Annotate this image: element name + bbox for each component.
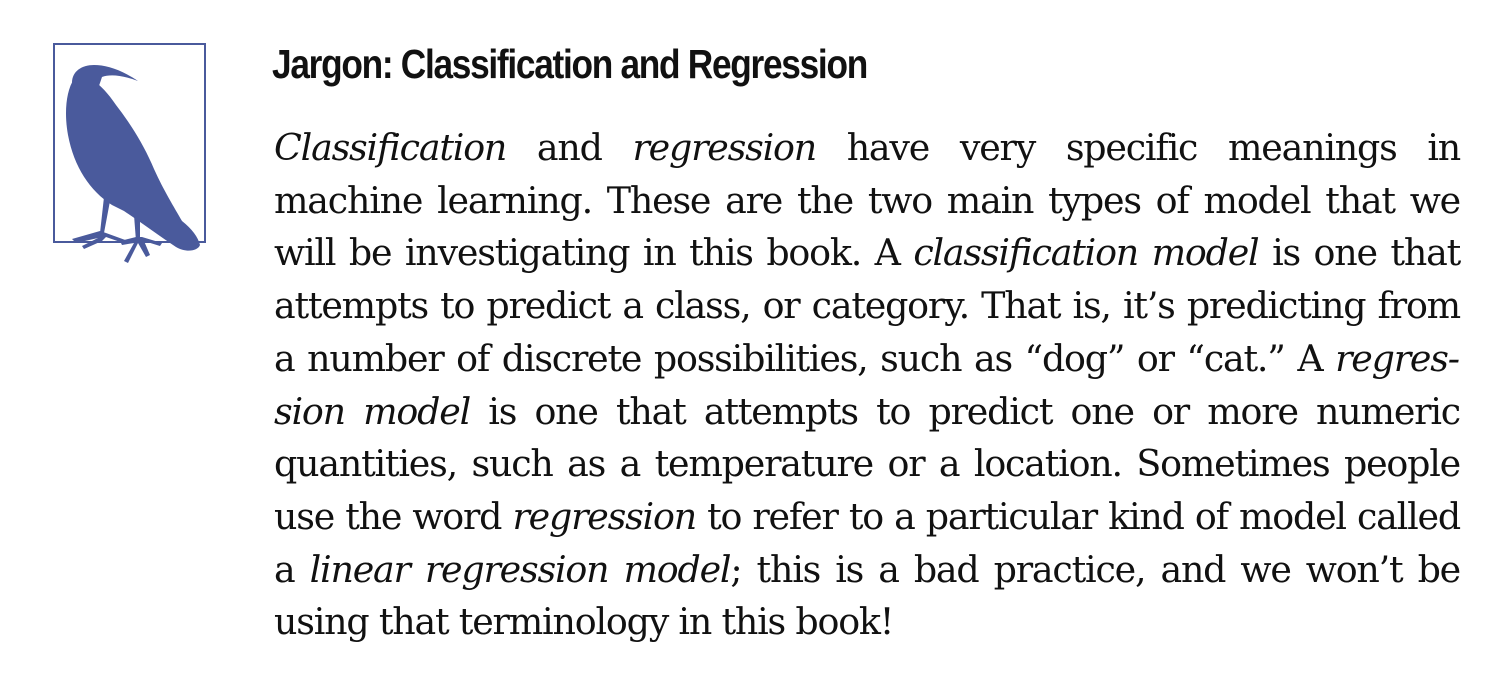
italic-term: regression [512,494,697,538]
italic-term: regression [632,126,817,169]
jargon-sidebar: Jargon: Classification and Regression Cl… [0,0,1506,678]
crow-icon [66,65,200,263]
sidebar-paragraph: Classification and regression have very … [274,122,1461,649]
italic-term: linear regression model [309,547,732,591]
body-run: and [506,126,633,169]
sidebar-heading: Jargon: Classification and Regression [272,41,868,87]
italic-term: classification model [913,231,1259,275]
italic-term: Classification [274,126,507,169]
